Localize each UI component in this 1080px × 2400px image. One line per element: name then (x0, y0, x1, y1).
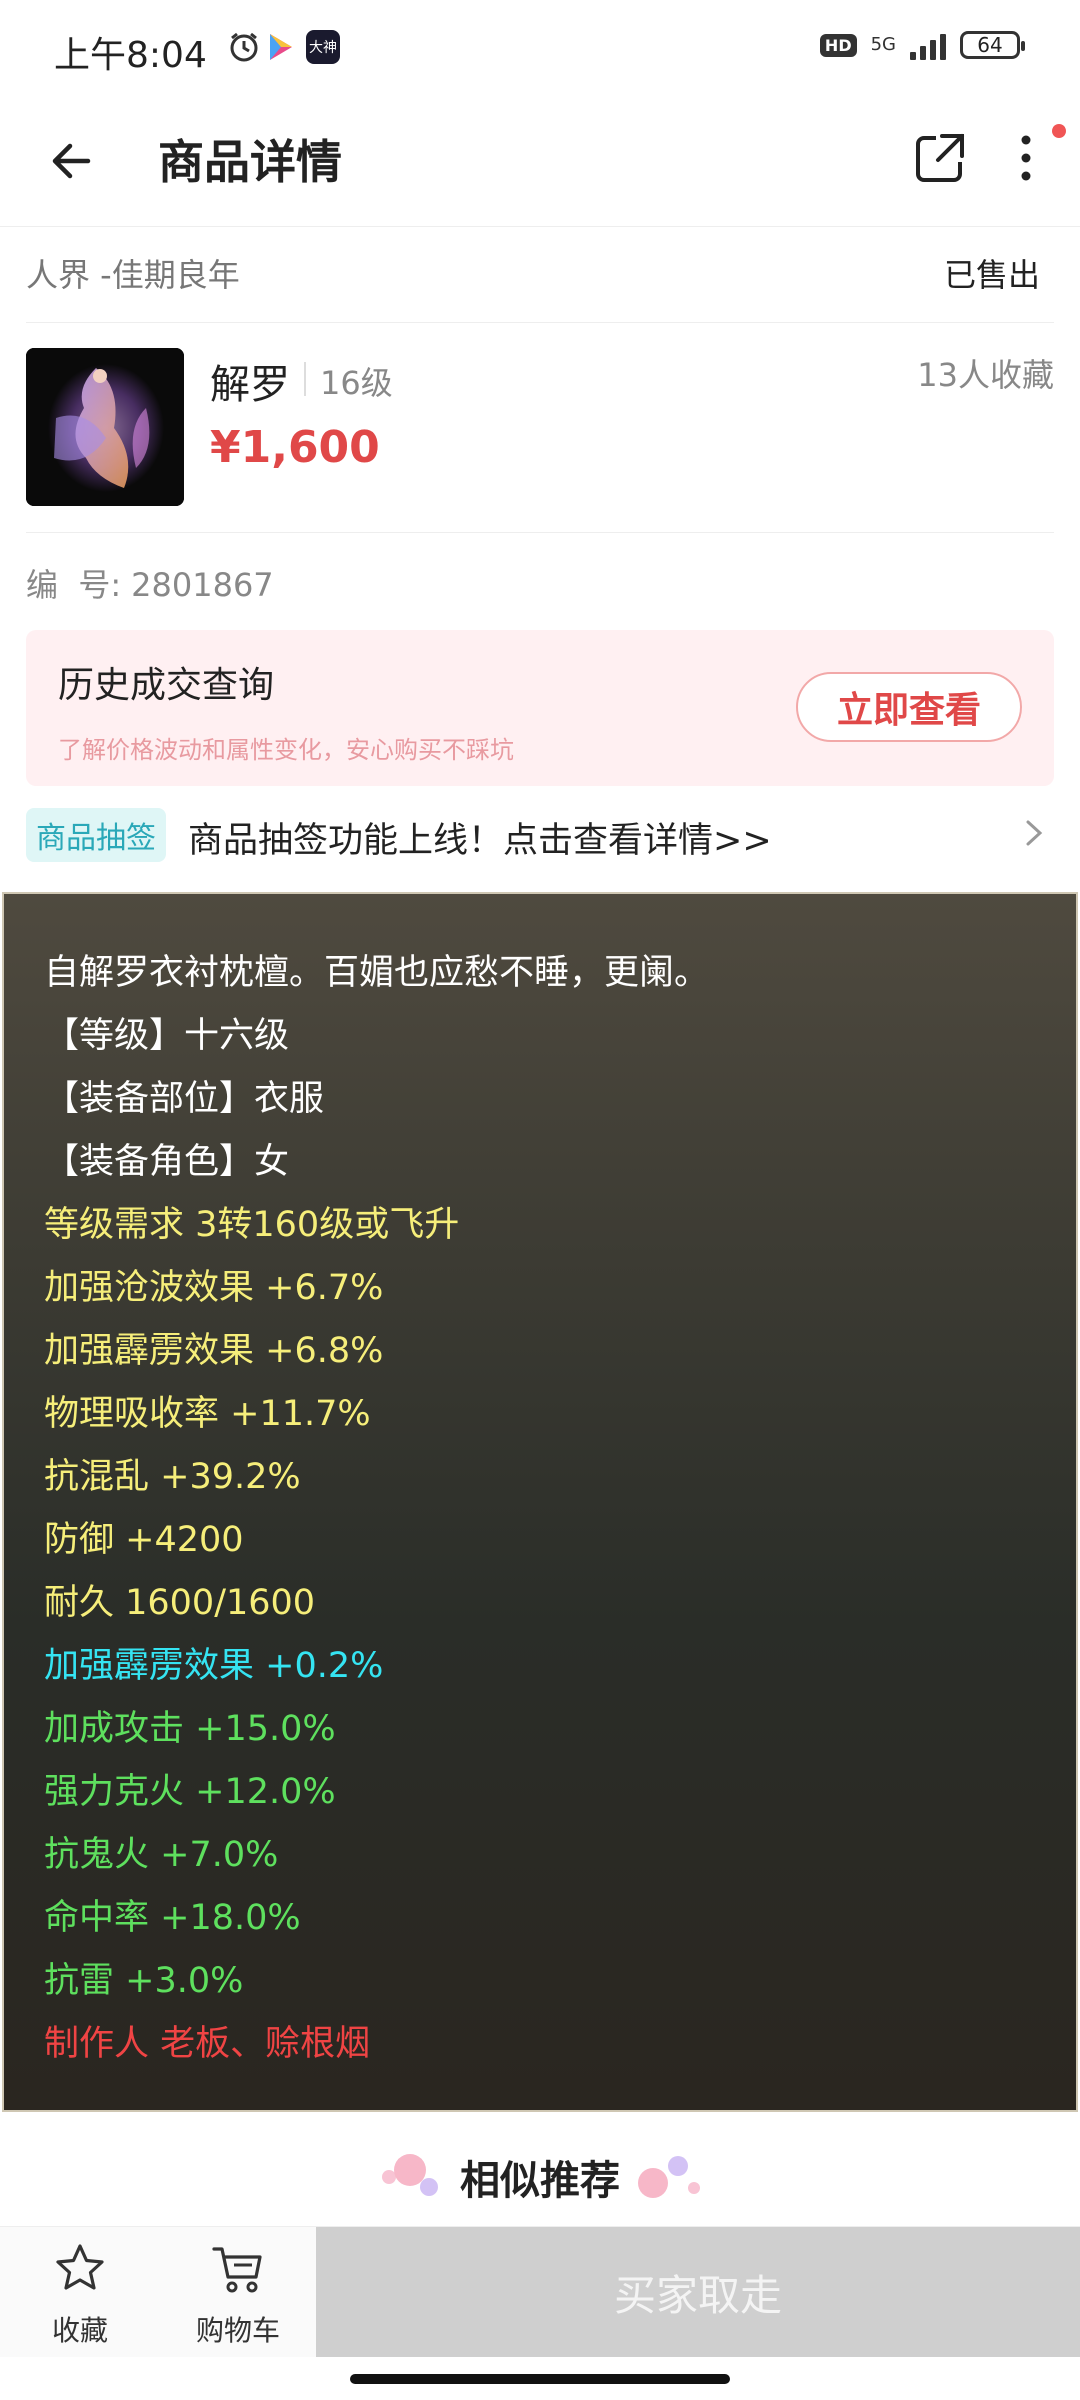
attribute-panel: 自解罗衣衬枕檀。百媚也应愁不睡，更阑。 【等级】十六级 【装备部位】衣服 【装备角色】… (2, 892, 1078, 2112)
attribute-line: 耐久 1600/1600 (44, 1583, 316, 1623)
status-time: 上午8:04 (54, 35, 207, 76)
server-name: 人界 -佳期良年 (26, 256, 240, 294)
signal-icon (910, 30, 946, 60)
play-store-icon (262, 30, 298, 64)
status-bar: 上午8:04 大神 HD 5G 64 (0, 0, 1080, 96)
history-description: 了解价格波动和属性变化，安心购买不踩坑 (58, 736, 514, 764)
app-badge-text: 大神 (309, 40, 337, 56)
attribute-line: 【装备部位】衣服 (44, 1079, 325, 1119)
nav-bar: 商品详情 (0, 96, 1080, 227)
favorite-count: 13人收藏 (917, 356, 1054, 394)
favorite-label: 收藏 (51, 2314, 108, 2347)
buyer-taken-button: 买家取走 (316, 2227, 1080, 2357)
attribute-line: 【等级】十六级 (44, 1016, 290, 1056)
history-title: 历史成交查询 (58, 665, 275, 706)
lottery-tag: 商品抽签 (26, 808, 166, 862)
attribute-line: 制作人 老板、赊根烟 (44, 2024, 371, 2064)
server-row: 人界 -佳期良年 已售出 (26, 226, 1054, 323)
product-level: 16级 (320, 364, 393, 402)
dashen-app-icon: 大神 (306, 30, 340, 64)
view-history-button[interactable]: 立即查看 (796, 672, 1022, 742)
decor-bubble (668, 2156, 688, 2176)
attribute-line: 自解罗衣衬枕檀。百媚也应愁不睡，更阑。 (44, 953, 710, 993)
product-id-row: 编 号: 2801867 (26, 560, 274, 606)
attribute-line: 抗鬼火 +7.0% (44, 1835, 279, 1875)
hd-badge: HD (819, 33, 857, 57)
attribute-line: 【装备角色】女 (44, 1142, 290, 1182)
lottery-banner[interactable]: 商品抽签 商品抽签功能上线！点击查看详情>> (26, 804, 1054, 864)
back-arrow-icon[interactable] (42, 128, 108, 194)
attribute-list: 自解罗衣衬枕檀。百媚也应愁不睡，更阑。 【等级】十六级 【装备部位】衣服 【装备角色】… (44, 942, 709, 2076)
attribute-line: 物理吸收率 +11.7% (44, 1394, 371, 1434)
bottom-action-bar: 收藏 购物车 买家取走 (0, 2226, 1080, 2357)
page-title: 商品详情 (158, 135, 342, 189)
star-icon (56, 2244, 104, 2290)
more-options-icon[interactable] (996, 128, 1056, 188)
history-card: 历史成交查询 了解价格波动和属性变化，安心购买不踩坑 立即查看 (26, 630, 1054, 786)
alarm-icon (222, 30, 266, 64)
decor-bubble (688, 2182, 700, 2194)
attribute-line: 强力克火 +12.0% (44, 1772, 336, 1812)
divider (304, 362, 306, 396)
product-price: ¥1,600 (210, 422, 380, 473)
notification-dot (1052, 124, 1066, 138)
attribute-line: 加强霹雳效果 +0.2% (44, 1646, 384, 1686)
lottery-text[interactable]: 商品抽签功能上线！点击查看详情>> (188, 812, 772, 863)
product-summary: 解罗 16级 13人收藏 ¥1,600 (26, 322, 1054, 533)
attribute-line: 抗混乱 +39.2% (44, 1457, 301, 1497)
home-indicator[interactable] (350, 2374, 730, 2384)
battery-icon: 64 (960, 31, 1025, 59)
sold-status: 已售出 (943, 256, 1040, 294)
cart-label: 购物车 (195, 2314, 280, 2347)
battery-level: 64 (977, 33, 1003, 57)
status-indicators: HD 5G 64 (819, 30, 1025, 60)
product-id-value: 2801867 (131, 566, 274, 604)
attribute-line: 加强霹雳效果 +6.8% (44, 1331, 384, 1371)
decor-bubble (638, 2168, 668, 2198)
network-label: 5G (870, 34, 896, 55)
cart-icon (212, 2247, 262, 2293)
chevron-right-icon[interactable] (1016, 816, 1050, 850)
attribute-line: 加强沧波效果 +6.7% (44, 1268, 384, 1308)
product-id-label: 编 号: (26, 566, 122, 604)
cart-button[interactable]: 购物车 (168, 2227, 308, 2357)
product-thumbnail[interactable] (26, 348, 184, 506)
attribute-line: 加成攻击 +15.0% (44, 1709, 336, 1749)
share-icon[interactable] (910, 128, 970, 188)
attribute-line: 抗雷 +3.0% (44, 1961, 244, 2001)
attribute-line: 等级需求 3转160级或飞升 (44, 1205, 460, 1245)
attribute-line: 防御 +4200 (44, 1520, 244, 1560)
attribute-line: 命中率 +18.0% (44, 1898, 301, 1938)
similar-section: 相似推荐 (0, 2124, 1080, 2224)
product-name: 解罗 (210, 362, 290, 408)
favorite-button[interactable]: 收藏 (10, 2227, 150, 2357)
similar-title: 相似推荐 (460, 2158, 620, 2204)
